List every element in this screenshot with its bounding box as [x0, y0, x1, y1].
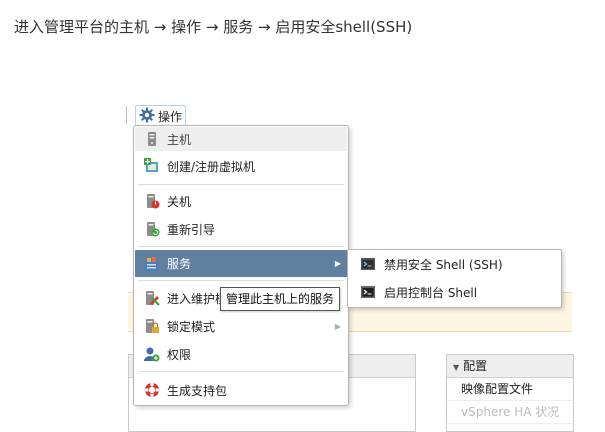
- support-bundle-icon: [144, 382, 160, 398]
- menu-item-label: 创建/注册虚拟机: [167, 159, 256, 174]
- menu-item-label: 权限: [167, 347, 192, 362]
- actions-button[interactable]: 操作: [135, 105, 187, 126]
- submenu-item-disable-ssh[interactable]: 禁用安全 Shell (SSH): [348, 251, 561, 277]
- menu-item-lockdown[interactable]: 锁定模式 ▶: [135, 314, 347, 338]
- submenu-item-enable-console-shell[interactable]: 启用控制台 Shell: [348, 279, 561, 305]
- config-panel: ▼ 配置 映像配置文件 vSphere HA 状况: [446, 354, 574, 432]
- menu-item-label: 生成支持包: [167, 383, 228, 398]
- reboot-icon: [144, 221, 160, 237]
- actions-button-label: 操作: [158, 109, 183, 124]
- menu-item-label: 锁定模式: [167, 319, 216, 334]
- toolbar-divider: [126, 106, 127, 124]
- submenu-item-label: 启用控制台 Shell: [384, 285, 478, 300]
- submenu-item-label: 禁用安全 Shell (SSH): [384, 257, 503, 272]
- config-panel-header[interactable]: ▼ 配置: [447, 355, 573, 378]
- console-shell-icon: [360, 284, 376, 300]
- submenu-arrow-icon: ▶: [334, 259, 341, 268]
- menu-item-shutdown[interactable]: 关机: [135, 189, 347, 213]
- actions-menu: 主机 创建/注册虚拟机 关机 重新引导 服务 ▶ 进入维护模式 锁定模式 ▶ 权…: [133, 125, 349, 406]
- services-tooltip: 管理此主机上的服务: [220, 287, 341, 311]
- menu-item-support-bundle[interactable]: 生成支持包: [135, 378, 347, 402]
- menu-item-permissions[interactable]: 权限: [135, 342, 347, 366]
- services-submenu: 禁用安全 Shell (SSH) 启用控制台 Shell: [347, 249, 562, 308]
- config-row-ha-state: vSphere HA 状况: [447, 401, 573, 424]
- menu-header-host: 主机: [135, 127, 347, 151]
- host-icon: [144, 131, 160, 147]
- menu-item-label: 重新引导: [167, 222, 216, 237]
- create-vm-icon: [144, 158, 160, 174]
- menu-item-label: 关机: [167, 194, 192, 209]
- menu-item-create-vm[interactable]: 创建/注册虚拟机: [135, 154, 347, 178]
- config-row-image-profile: 映像配置文件: [447, 378, 573, 401]
- menu-divider: [138, 371, 344, 372]
- menu-item-label: 服务: [167, 257, 192, 271]
- services-icon: [144, 256, 160, 272]
- menu-divider: [138, 184, 344, 185]
- menu-divider: [138, 280, 344, 281]
- permissions-icon: [144, 346, 160, 362]
- shutdown-icon: [144, 193, 160, 209]
- maintenance-icon: [144, 290, 160, 306]
- menu-header-label: 主机: [167, 132, 192, 147]
- menu-item-services[interactable]: 服务 ▶: [135, 250, 347, 277]
- ssh-icon: [360, 256, 376, 272]
- menu-divider: [138, 246, 344, 247]
- submenu-arrow-icon: ▶: [334, 321, 341, 331]
- menu-item-reboot[interactable]: 重新引导: [135, 217, 347, 241]
- gear-icon: [139, 107, 155, 126]
- instruction-caption: 进入管理平台的主机 → 操作 → 服务 → 启用安全shell(SSH): [14, 18, 413, 36]
- collapse-triangle-icon: ▼: [453, 363, 460, 372]
- lockdown-icon: [144, 318, 160, 334]
